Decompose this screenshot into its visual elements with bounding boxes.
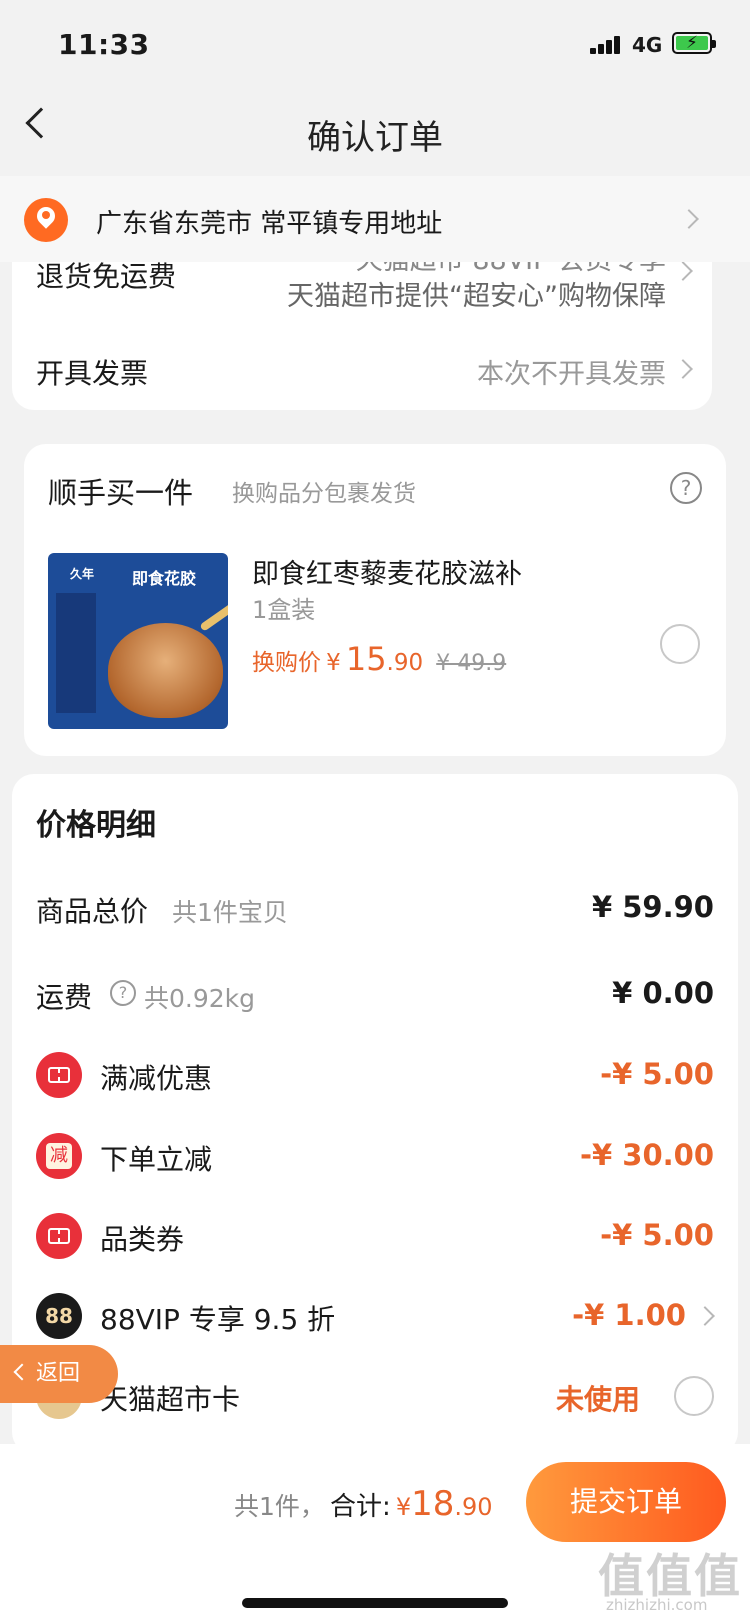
tmall-card-label: 天猫超市卡 bbox=[100, 1383, 241, 1416]
total-currency: ¥ bbox=[395, 1493, 412, 1521]
product-spec: 1盒装 bbox=[252, 596, 316, 624]
discount-label-category-coupon: 品类券 bbox=[100, 1223, 185, 1256]
total-dec: .90 bbox=[454, 1493, 493, 1521]
total-int: 18 bbox=[411, 1484, 455, 1524]
status-time: 11:33 bbox=[58, 28, 150, 61]
submit-order-button[interactable]: 提交订单 bbox=[526, 1462, 726, 1542]
discount-value-category-coupon: -¥ 5.00 bbox=[600, 1218, 714, 1252]
tmall-card-value[interactable]: 未使用 bbox=[556, 1378, 640, 1418]
price-dec: .90 bbox=[386, 650, 424, 676]
invoice-label: 开具发票 bbox=[36, 357, 149, 390]
discount-label-full-reduction: 满减优惠 bbox=[100, 1062, 213, 1095]
signal-icon bbox=[590, 34, 624, 54]
ticket-icon bbox=[36, 1052, 82, 1098]
discount-value-order: -¥ 30.00 bbox=[579, 1138, 714, 1172]
item-count: 共1件， bbox=[234, 1492, 325, 1521]
product-image[interactable]: 久年 即食花胶 bbox=[48, 553, 228, 729]
subtotal-label: 商品总价 bbox=[36, 895, 149, 928]
jian-icon-text: 减 bbox=[50, 1145, 68, 1166]
jian-icon: 减 bbox=[36, 1133, 82, 1179]
product-name[interactable]: 即食红枣藜麦花胶滋补 bbox=[252, 552, 522, 591]
shipping-value: ¥ 0.00 bbox=[612, 976, 714, 1010]
total-label: 合计: bbox=[330, 1492, 391, 1522]
page-title: 确认订单 bbox=[307, 118, 443, 158]
shipping-label: 运费 bbox=[36, 981, 93, 1014]
network-type: 4G bbox=[632, 33, 663, 57]
home-indicator bbox=[242, 1598, 508, 1608]
vip-88-icon: 88 bbox=[36, 1293, 82, 1339]
battery-icon: ⚡ bbox=[672, 32, 716, 54]
price-detail-card bbox=[12, 774, 738, 1454]
original-price: ¥ 49.9 bbox=[436, 651, 507, 676]
shipping-note: 共0.92kg bbox=[144, 984, 256, 1013]
subtotal-note: 共1件宝贝 bbox=[172, 898, 288, 927]
tmall-card-radio[interactable] bbox=[674, 1376, 714, 1416]
location-pin-icon bbox=[24, 198, 68, 242]
discount-label-88vip: 88VIP 专享 9.5 折 bbox=[100, 1303, 336, 1336]
discount-value-88vip[interactable]: -¥ 1.00 bbox=[572, 1298, 686, 1332]
invoice-value[interactable]: 本次不开具发票 bbox=[477, 352, 666, 391]
address-text[interactable]: 广东省东莞市 常平镇专用地址 bbox=[96, 203, 442, 240]
addon-subtitle: 换购品分包裹发货 bbox=[232, 481, 416, 507]
order-summary: 共1件， 合计: ¥18.90 bbox=[234, 1484, 493, 1524]
subtotal-value: ¥ 59.90 bbox=[591, 890, 714, 924]
price-currency: ¥ bbox=[326, 650, 341, 676]
price-label: 换购价 bbox=[252, 650, 321, 676]
product-price: 换购价 ¥ 15.90 ¥ 49.9 bbox=[252, 640, 506, 678]
price-detail-title: 价格明细 bbox=[36, 808, 156, 843]
return-free-value-2: 天猫超市提供“超安心”购物保障 bbox=[287, 281, 666, 312]
addon-select-radio[interactable] bbox=[660, 624, 700, 664]
shipping-help-icon[interactable]: ? bbox=[110, 980, 136, 1006]
discount-label-order: 下单立减 bbox=[100, 1143, 213, 1176]
help-icon[interactable]: ? bbox=[670, 472, 702, 504]
product-image-brand: 久年 bbox=[70, 567, 95, 581]
product-image-title: 即食花胶 bbox=[132, 569, 197, 588]
ticket-icon bbox=[36, 1213, 82, 1259]
addon-title: 顺手买一件 bbox=[48, 476, 194, 510]
watermark-url: zhizhizhi.com bbox=[606, 1596, 708, 1614]
price-int: 15 bbox=[345, 640, 387, 678]
discount-value-full-reduction: -¥ 5.00 bbox=[600, 1057, 714, 1091]
